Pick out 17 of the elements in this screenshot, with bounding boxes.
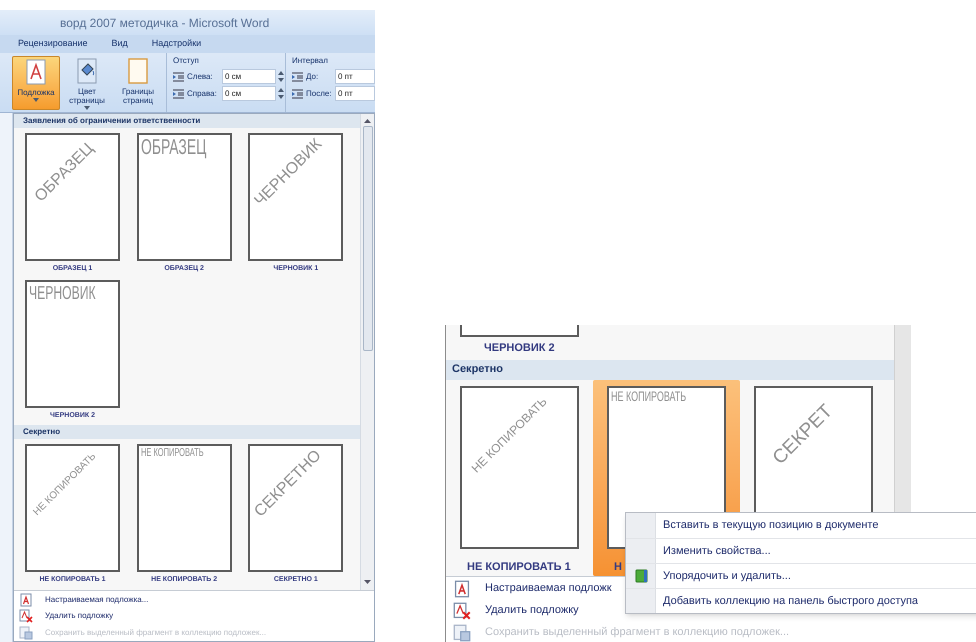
watermark-text: ЧЕРНОВИК [29, 284, 96, 302]
field-label: Слева: [187, 70, 214, 82]
thumbnail-label: НЕ КОПИРОВАТЬ 1 [466, 560, 572, 575]
group-title: Интервал [292, 55, 329, 67]
thumbnail-label: Н [613, 560, 623, 575]
section-title: Секретно [23, 426, 60, 438]
watermark-text: НЕ КОПИРОВАТЬ [140, 448, 204, 460]
group-title: Отступ [173, 55, 200, 67]
window-title: ворд 2007 методичка - Microsoft Word [60, 14, 270, 32]
section-title: Заявления об ограничении ответственности [23, 115, 200, 127]
watermark-text: НЕ КОПИРОВАТЬ [611, 390, 686, 404]
field-label: После: [306, 88, 332, 100]
field-label: Справа: [187, 88, 218, 100]
field-label: До: [306, 70, 320, 82]
section-title: Секретно [452, 362, 504, 378]
thumbnail-label: ЧЕРНОВИК 2 [483, 341, 556, 356]
watermark-text: ОБРАЗЕЦ [140, 137, 206, 158]
